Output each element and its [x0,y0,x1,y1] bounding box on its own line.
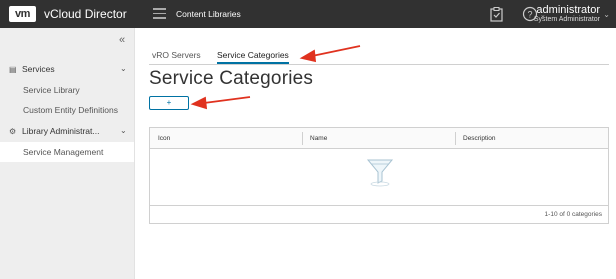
sidebar: « ▤ Services ⌄ Service Library Custom Ent… [0,28,135,279]
grid-footer: 1-10 of 0 categories [150,205,608,223]
tab-service-categories[interactable]: Service Categories [217,50,289,64]
sidebar-group-library-administration[interactable]: ⚙ Library Administrat... [9,126,99,136]
pagination-summary: 1-10 of 0 categories [544,211,602,218]
menu-icon[interactable] [153,8,166,19]
add-category-button[interactable]: + [149,96,189,110]
user-role: System Administrator [533,16,600,23]
vm-logo: vm [9,6,36,22]
tab-divider [149,64,609,65]
services-chevron-down-icon[interactable]: ⌄ [120,64,127,73]
categories-grid: Icon Name Description 1-10 of 0 categori… [149,127,609,224]
column-header-name[interactable]: Name [302,128,454,149]
gear-icon: ⚙ [9,127,17,136]
library-admin-chevron-down-icon[interactable]: ⌄ [120,126,127,135]
services-icon: ▤ [9,65,17,74]
sidebar-group-services[interactable]: ▤ Services [9,64,55,74]
sidebar-group-label: Services [22,64,55,74]
grid-header: Icon Name Description [150,128,608,149]
sidebar-group-label: Library Administrat... [22,126,100,136]
user-name[interactable]: administrator [536,4,600,16]
arrow-to-add-button [190,96,251,110]
tasks-clipboard-icon[interactable] [489,6,504,22]
user-chevron-down-icon[interactable]: ⌄ [603,10,610,19]
column-header-description[interactable]: Description [455,128,608,149]
collapse-sidebar-icon[interactable]: « [119,34,125,46]
tab-vro-servers[interactable]: vRO Servers [152,50,201,60]
nav-content-libraries[interactable]: Content Libraries [176,0,241,28]
column-header-icon[interactable]: Icon [150,128,302,149]
empty-filter-icon [366,159,394,187]
sidebar-item-service-library[interactable]: Service Library [23,85,80,95]
page-title: Service Categories [149,68,314,89]
app-title[interactable]: vCloud Director [44,0,127,28]
top-header-bar: vm vCloud Director Content Libraries ? ⌄… [0,0,616,28]
sidebar-item-service-management[interactable]: Service Management [23,147,103,157]
arrow-to-tab [299,45,361,63]
sidebar-item-custom-entity-definitions[interactable]: Custom Entity Definitions [23,105,118,115]
svg-text:?: ? [527,10,532,20]
